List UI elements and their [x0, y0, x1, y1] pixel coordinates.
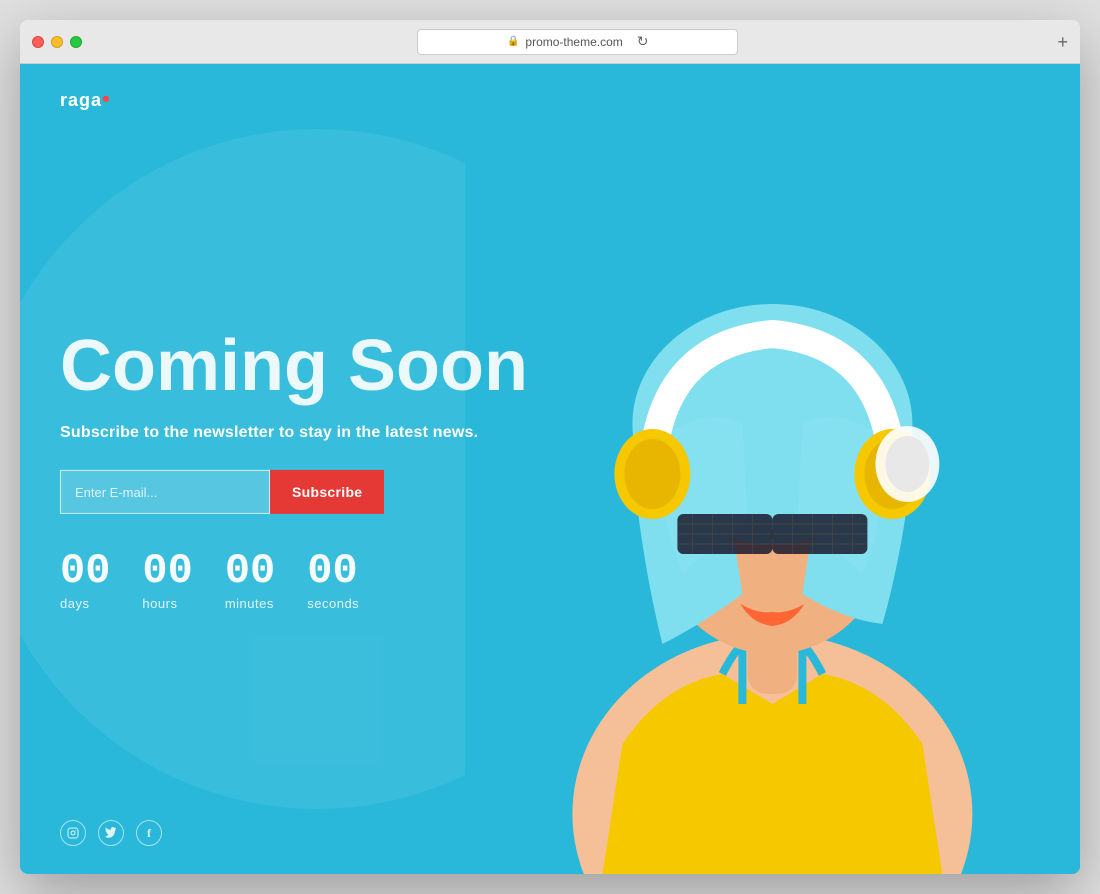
- page: raga• Coming Soon Subscribe to the newsl…: [20, 64, 1080, 874]
- header: raga•: [60, 86, 1040, 112]
- social-icons: f: [60, 820, 162, 846]
- days-number: 00: [60, 550, 110, 592]
- subscribe-button[interactable]: Subscribe: [270, 470, 384, 514]
- person-image-area: [465, 64, 1080, 874]
- twitter-icon[interactable]: [98, 820, 124, 846]
- countdown-seconds: 00 seconds: [307, 550, 359, 611]
- countdown-minutes: 00 minutes: [225, 550, 275, 611]
- hours-number: 00: [142, 550, 192, 592]
- seconds-label: seconds: [307, 596, 359, 611]
- facebook-icon[interactable]: f: [136, 820, 162, 846]
- hours-label: hours: [142, 596, 177, 611]
- logo-dot: •: [102, 86, 111, 111]
- url-text: promo-theme.com: [525, 35, 622, 49]
- countdown-days: 00 days: [60, 550, 110, 611]
- logo-text: raga: [60, 90, 102, 110]
- browser-chrome: 🔒 promo-theme.com ↻ +: [20, 20, 1080, 64]
- maximize-button[interactable]: [70, 36, 82, 48]
- logo: raga•: [60, 86, 111, 112]
- facebook-letter: f: [147, 826, 151, 841]
- countdown-timer: 00 days 00 hours 00 minutes 00 seconds: [60, 550, 528, 611]
- address-bar[interactable]: 🔒 promo-theme.com ↻: [417, 29, 738, 55]
- email-input[interactable]: [60, 470, 270, 514]
- browser-content: raga• Coming Soon Subscribe to the newsl…: [20, 64, 1080, 874]
- minutes-label: minutes: [225, 596, 274, 611]
- page-title: Coming Soon: [60, 327, 528, 406]
- email-form: Subscribe: [60, 470, 528, 514]
- new-tab-button[interactable]: +: [1057, 33, 1068, 51]
- traffic-lights: [32, 36, 82, 48]
- minutes-number: 00: [225, 550, 275, 592]
- main-content: Coming Soon Subscribe to the newsletter …: [60, 327, 528, 611]
- browser-window: 🔒 promo-theme.com ↻ +: [20, 20, 1080, 874]
- countdown-hours: 00 hours: [142, 550, 192, 611]
- minimize-button[interactable]: [51, 36, 63, 48]
- days-label: days: [60, 596, 89, 611]
- subtitle-text: Subscribe to the newsletter to stay in t…: [60, 424, 528, 442]
- lock-icon: 🔒: [507, 36, 519, 47]
- close-button[interactable]: [32, 36, 44, 48]
- reload-button[interactable]: ↻: [637, 33, 649, 50]
- instagram-icon[interactable]: [60, 820, 86, 846]
- seconds-number: 00: [307, 550, 357, 592]
